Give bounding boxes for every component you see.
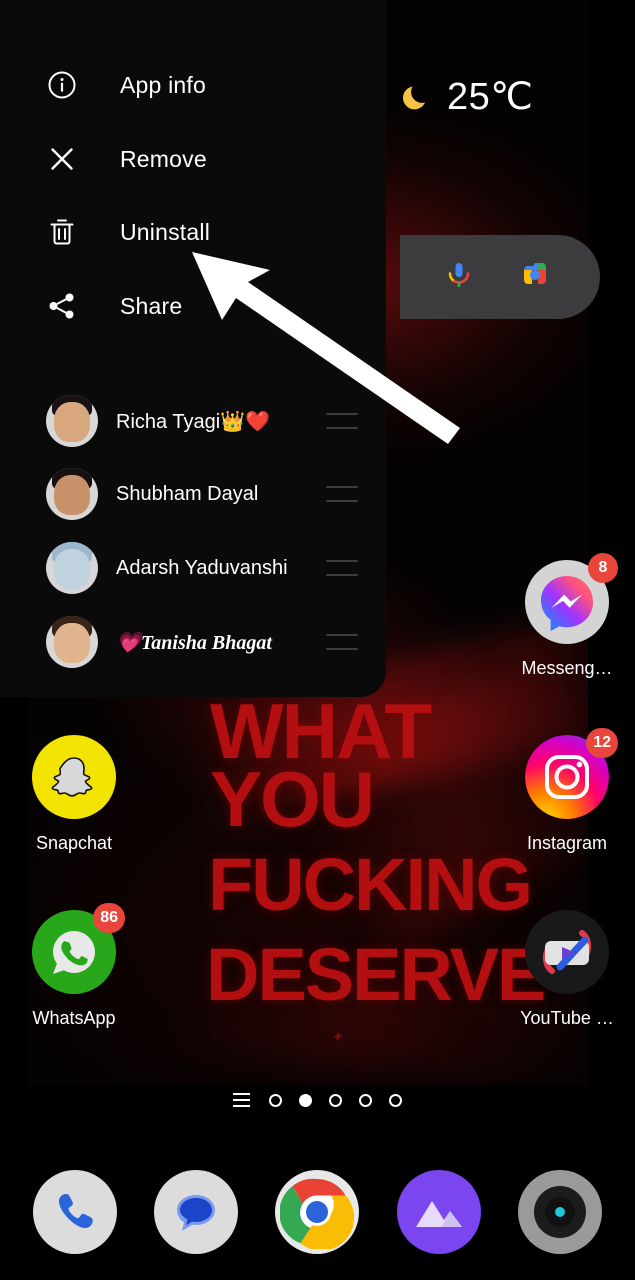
snapchat-icon: [32, 735, 116, 819]
menu-item-share[interactable]: Share: [46, 285, 182, 327]
menu-item-uninstall[interactable]: Uninstall: [46, 211, 210, 253]
wallpaper-text-line-3: FUCKING: [208, 843, 533, 926]
page-dot[interactable]: [329, 1093, 342, 1107]
notification-badge: 8: [588, 553, 618, 583]
weather-widget[interactable]: 25℃: [400, 74, 533, 119]
google-search-bar[interactable]: [400, 235, 600, 319]
page-dot-active[interactable]: [299, 1093, 312, 1107]
app-label: YouTube …: [520, 1008, 614, 1028]
app-tile[interactable]: [32, 735, 116, 819]
dock: [0, 1162, 635, 1262]
youtube-icon: [525, 910, 609, 994]
trash-bin-icon: [46, 216, 78, 248]
google-lens-icon[interactable]: [518, 258, 552, 297]
menu-item-label: Uninstall: [120, 218, 211, 245]
contact-shortcut-row[interactable]: Shubham Dayal: [46, 466, 366, 522]
page-dot[interactable]: [389, 1093, 402, 1107]
app-icon-instagram[interactable]: 12 Instagram: [507, 728, 627, 854]
avatar: [46, 542, 98, 594]
menu-item-label: Remove: [120, 145, 207, 172]
app-label: Instagram: [526, 833, 608, 853]
app-label: WhatsApp: [32, 1008, 116, 1028]
menu-item-remove[interactable]: Remove: [46, 138, 207, 180]
phone-icon[interactable]: [32, 1170, 117, 1254]
app-icon-snapchat[interactable]: Snapchat: [14, 735, 134, 854]
contact-shortcut-row[interactable]: Adarsh Yaduvanshi: [46, 540, 366, 596]
google-mic-icon[interactable]: [442, 258, 476, 297]
page-dot[interactable]: [269, 1093, 282, 1107]
weather-temperature: 25℃: [447, 76, 534, 118]
app-tile[interactable]: [525, 910, 609, 994]
contact-name: Adarsh Yaduvanshi: [116, 556, 288, 579]
contact-name: Richa Tyagi👑❤️: [116, 410, 270, 433]
crescent-moon-icon: [400, 80, 434, 114]
app-label: Messeng…: [521, 658, 613, 678]
contact-shortcut-row[interactable]: Richa Tyagi👑❤️: [46, 393, 366, 449]
avatar: [46, 468, 98, 520]
messages-icon[interactable]: [154, 1170, 239, 1254]
avatar: [46, 616, 98, 668]
app-long-press-menu: App info Remove Uninstall Share Richa Ty…: [0, 0, 386, 697]
contact-name: 💗Tanisha Bhagat: [116, 631, 272, 654]
avatar: [46, 395, 98, 447]
drag-handle-icon[interactable]: [326, 634, 358, 650]
info-circle-icon: [46, 69, 78, 101]
page-dot[interactable]: [359, 1093, 372, 1107]
menu-item-app-info[interactable]: App info: [46, 64, 206, 106]
app-label: Snapchat: [35, 833, 113, 853]
menu-item-label: Share: [120, 292, 183, 319]
hamburger-menu-icon[interactable]: [233, 1093, 250, 1107]
wallpaper-text-line-4: DESERVE: [206, 933, 546, 1016]
drag-handle-icon[interactable]: [326, 560, 358, 576]
page-indicator: [0, 1088, 635, 1112]
camera-icon[interactable]: [518, 1170, 603, 1254]
close-x-icon: [46, 143, 78, 175]
android-home-screen: WHAT YOU FUCKING DESERVE ✦ 25℃ App info …: [0, 0, 635, 1280]
app-tile[interactable]: 86: [32, 903, 125, 994]
menu-item-label: App info: [120, 71, 206, 98]
gallery-icon[interactable]: [396, 1170, 481, 1254]
chrome-icon[interactable]: [275, 1170, 360, 1254]
share-nodes-icon: [46, 290, 78, 322]
app-tile[interactable]: 12: [525, 728, 618, 819]
drag-handle-icon[interactable]: [326, 413, 358, 429]
contact-name: Shubham Dayal: [116, 482, 259, 505]
app-icon-whatsapp[interactable]: 86 WhatsApp: [14, 903, 134, 1029]
notification-badge: 86: [93, 903, 125, 933]
drag-handle-icon[interactable]: [326, 486, 358, 502]
wallpaper-text-line-2: YOU: [210, 755, 375, 843]
app-icon-messenger[interactable]: 8 Messeng…: [507, 553, 627, 679]
contact-shortcut-row[interactable]: 💗Tanisha Bhagat: [46, 614, 366, 670]
notification-badge: 12: [586, 728, 618, 758]
app-tile[interactable]: 8: [525, 553, 618, 644]
app-icon-youtube[interactable]: YouTube …: [507, 910, 627, 1029]
